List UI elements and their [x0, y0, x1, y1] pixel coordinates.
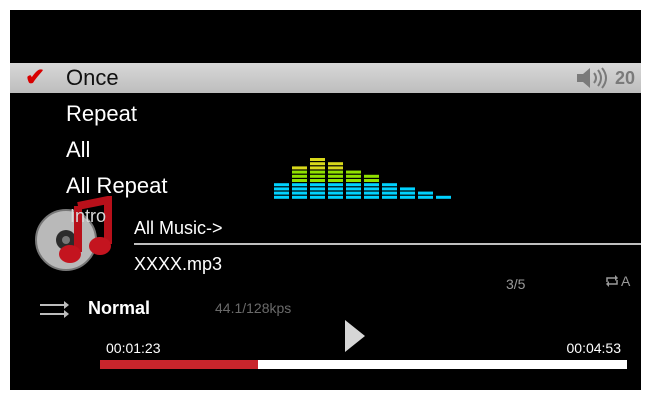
checkmark-icon: ✔ — [25, 64, 46, 91]
eq-segment — [292, 170, 307, 174]
eq-segment — [346, 195, 361, 199]
eq-segment — [310, 170, 325, 174]
eq-segment — [346, 191, 361, 195]
eq-segment — [364, 174, 379, 178]
track-count: 3/5 — [506, 276, 526, 292]
eq-segment — [328, 174, 343, 178]
eq-segment — [292, 191, 307, 195]
menu-item-once[interactable]: ✔ Once 20 — [10, 63, 641, 93]
eq-segment — [400, 187, 415, 191]
eq-segment — [346, 183, 361, 187]
eq-segment — [292, 195, 307, 199]
eq-segment — [328, 187, 343, 191]
eq-segment — [346, 174, 361, 178]
eq-segment — [274, 195, 289, 199]
eq-segment — [310, 174, 325, 178]
eq-segment — [292, 183, 307, 187]
eq-segment — [364, 195, 379, 199]
eq-segment — [310, 191, 325, 195]
eq-segment — [382, 183, 397, 187]
eq-segment — [328, 170, 343, 174]
eq-segment — [418, 195, 433, 199]
menu-item-label: All — [66, 137, 91, 162]
play-icon[interactable] — [345, 320, 365, 352]
eq-segment — [382, 195, 397, 199]
eq-segment — [274, 183, 289, 187]
volume-value: 20 — [614, 68, 635, 88]
eq-segment — [274, 187, 289, 191]
partial-menu-text: Intro — [70, 206, 107, 226]
volume-indicator: 20 — [576, 63, 635, 93]
menu-item-label: Once — [66, 65, 119, 90]
eq-segment — [364, 179, 379, 182]
eq-segment — [292, 187, 307, 191]
eq-segment — [328, 179, 343, 182]
eq-segment — [310, 179, 325, 182]
bitrate-label: 44.1/128kps — [215, 300, 292, 316]
shuffle-icon[interactable] — [38, 300, 70, 325]
eq-segment — [310, 187, 325, 191]
menu-item-label: Repeat — [66, 101, 137, 126]
eq-segment — [328, 162, 343, 166]
eq-segment — [400, 191, 415, 195]
eq-segment — [328, 195, 343, 199]
eq-segment — [274, 191, 289, 195]
elapsed-time: 00:01:23 — [106, 340, 161, 356]
speaker-icon — [576, 67, 607, 89]
eq-segment — [418, 191, 433, 195]
total-time: 00:04:53 — [566, 340, 622, 356]
eq-segment — [310, 162, 325, 166]
eq-segment — [346, 187, 361, 191]
eq-segment — [310, 166, 325, 170]
eq-segment — [382, 191, 397, 195]
eq-segment — [382, 187, 397, 191]
repeat-mode-indicator: A — [605, 273, 630, 289]
repeat-icon — [606, 275, 618, 287]
track-filename: XXXX.mp3 — [134, 254, 223, 274]
eq-segment — [346, 179, 361, 182]
eq-segment — [310, 183, 325, 187]
progress-bar[interactable] — [100, 360, 627, 369]
eq-segment — [328, 166, 343, 170]
media-player-screen: ✔ Once 20 Repeat All All Repeat Intro Al… — [10, 10, 641, 390]
eq-segment — [292, 179, 307, 182]
eq-mode-label[interactable]: Normal — [88, 298, 150, 319]
repeat-mode-label: A — [621, 273, 631, 289]
music-note-disc-icon: Intro — [32, 195, 112, 276]
eq-segment — [310, 158, 325, 161]
eq-segment — [292, 166, 307, 170]
eq-segment — [328, 183, 343, 187]
eq-segment — [364, 183, 379, 187]
folder-path[interactable]: All Music-> — [134, 218, 223, 239]
eq-segment — [310, 195, 325, 199]
eq-segment — [364, 187, 379, 191]
eq-segment — [328, 191, 343, 195]
divider — [134, 243, 641, 245]
equalizer-visualizer — [274, 158, 451, 199]
eq-segment — [364, 191, 379, 195]
eq-segment — [346, 170, 361, 174]
eq-segment — [400, 195, 415, 199]
eq-segment — [292, 174, 307, 178]
eq-segment — [436, 195, 451, 199]
progress-fill — [100, 360, 259, 369]
